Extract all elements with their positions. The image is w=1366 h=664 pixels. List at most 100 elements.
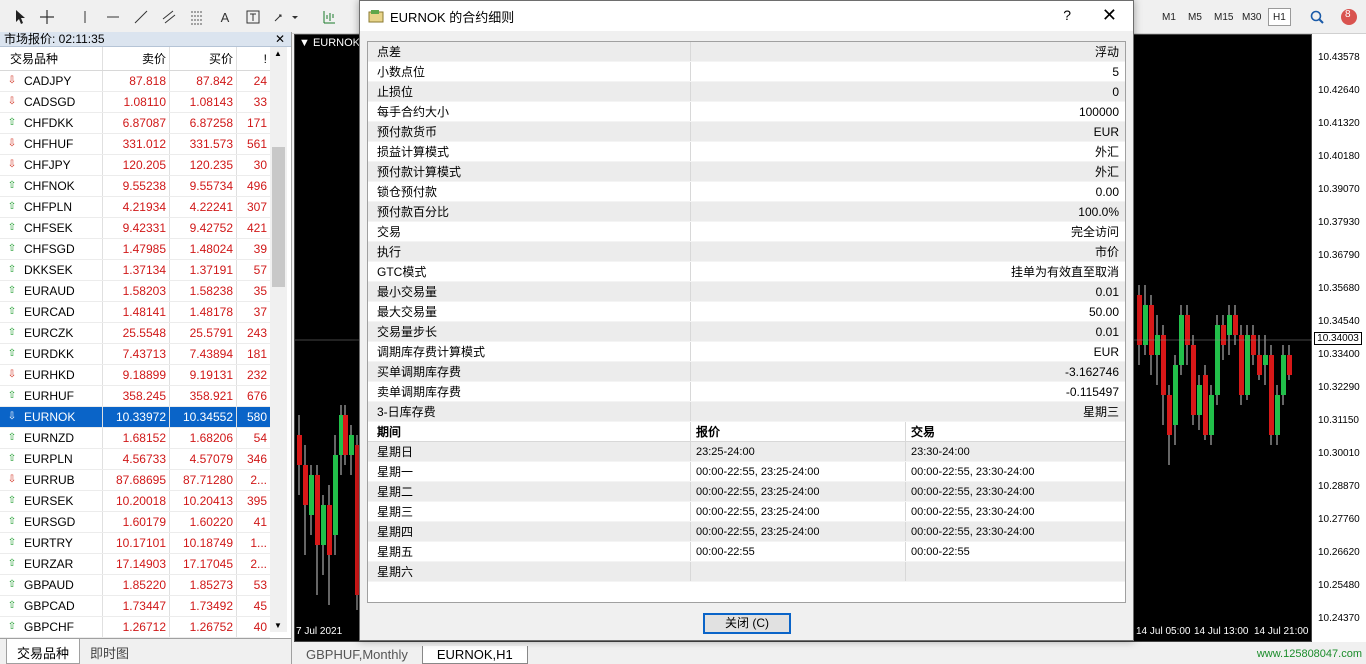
property-name: 最小交易量 — [368, 282, 691, 301]
symbol-name: EURZAR — [24, 557, 74, 571]
horizontal-line-icon[interactable] — [102, 6, 124, 28]
header-quote: 报价 — [691, 422, 906, 441]
header-ask[interactable]: 买价 — [170, 47, 237, 70]
bid-cell: 1.48141 — [103, 302, 170, 322]
table-row[interactable]: ⇩ CADJPY 87.818 87.842 24 — [0, 71, 270, 92]
table-row[interactable]: ⇩ EURNOK 10.33972 10.34552 580 — [0, 407, 270, 428]
arrow-up-icon: ⇧ — [7, 264, 17, 275]
table-row[interactable]: ⇧ EURCAD 1.48141 1.48178 37 — [0, 302, 270, 323]
table-row[interactable]: ⇧ CHFSGD 1.47985 1.48024 39 — [0, 239, 270, 260]
header-spread[interactable]: ! — [237, 47, 270, 70]
property-value: 完全访问 — [1070, 225, 1119, 239]
table-row[interactable]: ⇧ CHFSEK 9.42331 9.42752 421 — [0, 218, 270, 239]
bid-cell: 9.55238 — [103, 176, 170, 196]
market-watch-panel: 市场报价: 02:11:35 ✕ 交易品种 卖价 买价 ! ⇩ CADJPY 8… — [0, 32, 292, 664]
notification-icon[interactable]: 8 — [1334, 6, 1362, 28]
arrow-up-icon: ⇧ — [7, 222, 17, 233]
table-row[interactable]: ⇧ EURCZK 25.5548 25.5791 243 — [0, 323, 270, 344]
symbol-name: EURTRY — [24, 536, 73, 550]
timeframe-m5[interactable]: M5 — [1184, 8, 1206, 26]
arrow-up-icon: ⇧ — [7, 201, 17, 212]
market-watch-title: 市场报价: 02:11:35 ✕ — [0, 32, 291, 47]
property-row: 止损位 0 — [368, 82, 1125, 102]
scrollbar-thumb[interactable] — [272, 147, 285, 287]
spread-cell: 35 — [253, 284, 267, 298]
table-row[interactable]: ⇧ EURTRY 10.17101 10.18749 1... — [0, 533, 270, 554]
timeframe-m1[interactable]: M1 — [1158, 8, 1180, 26]
table-row[interactable]: ⇩ CHFJPY 120.205 120.235 30 — [0, 155, 270, 176]
bid-cell: 120.205 — [103, 155, 170, 175]
candle — [1227, 315, 1232, 335]
arrow-up-icon: ⇧ — [7, 243, 17, 254]
table-row[interactable]: ⇧ EURHUF 358.245 358.921 676 — [0, 386, 270, 407]
bid-cell: 4.56733 — [103, 449, 170, 469]
session-quote: 00:00-22:55 — [691, 542, 906, 561]
table-row[interactable]: ⇧ EURPLN 4.56733 4.57079 346 — [0, 449, 270, 470]
price-label: 10.33400 — [1318, 349, 1360, 360]
chart-bars-icon[interactable] — [318, 6, 340, 28]
timeframe-h1[interactable]: H1 — [1268, 8, 1291, 26]
tab-symbols[interactable]: 交易品种 — [6, 639, 81, 664]
bid-cell: 25.5548 — [103, 323, 170, 343]
timeframe-m15[interactable]: M15 — [1210, 8, 1237, 26]
text-icon[interactable]: A — [214, 6, 236, 28]
spread-cell: 421 — [246, 221, 267, 235]
help-icon[interactable]: ? — [1063, 7, 1071, 23]
candle — [1197, 385, 1202, 415]
app-icon — [368, 9, 384, 23]
table-row[interactable]: ⇧ DKKSEK 1.37134 1.37191 57 — [0, 260, 270, 281]
market-watch-scrollbar[interactable]: ▲ ▼ — [270, 47, 287, 632]
table-row[interactable]: ⇧ EURNZD 1.68152 1.68206 54 — [0, 428, 270, 449]
tab-tick-chart[interactable]: 即时图 — [80, 639, 139, 664]
arrows-dropdown-icon[interactable] — [270, 6, 300, 28]
current-price-label: 10.34003 — [1314, 332, 1362, 345]
cursor-icon[interactable] — [10, 6, 32, 28]
table-row[interactable]: ⇧ EURSEK 10.20018 10.20413 395 — [0, 491, 270, 512]
session-day: 星期六 — [368, 562, 691, 581]
symbol-cell: ⇧ CHFPLN — [0, 197, 103, 217]
table-row[interactable]: ⇧ EURZAR 17.14903 17.17045 2... — [0, 554, 270, 575]
header-bid[interactable]: 卖价 — [103, 47, 170, 70]
symbol-name: CHFDKK — [24, 116, 74, 130]
trendline-icon[interactable] — [130, 6, 152, 28]
table-row[interactable]: ⇧ CHFNOK 9.55238 9.55734 496 — [0, 176, 270, 197]
table-row[interactable]: ⇧ EURDKK 7.43713 7.43894 181 — [0, 344, 270, 365]
session-quote: 00:00-22:55, 23:25-24:00 — [691, 462, 906, 481]
channel-icon[interactable] — [158, 6, 180, 28]
table-row[interactable]: ⇩ EURHKD 9.18899 9.19131 232 — [0, 365, 270, 386]
header-symbol[interactable]: 交易品种 — [0, 47, 103, 70]
table-row[interactable]: ⇧ GBPCAD 1.73447 1.73492 45 — [0, 596, 270, 617]
vertical-line-icon[interactable] — [74, 6, 96, 28]
table-row[interactable]: ⇧ GBPCHF 1.26712 1.26752 40 — [0, 617, 270, 638]
close-button[interactable]: 关闭 (C) — [703, 613, 791, 634]
close-icon[interactable]: ✕ — [275, 32, 285, 46]
dialog-title: EURNOK 的合约细则 — [390, 9, 515, 25]
table-row[interactable]: ⇧ EURAUD 1.58203 1.58238 35 — [0, 281, 270, 302]
symbol-name: DKKSEK — [24, 263, 73, 277]
table-row[interactable]: ⇧ EURSGD 1.60179 1.60220 41 — [0, 512, 270, 533]
chart-tab-gbphuf[interactable]: GBPHUF,Monthly — [292, 646, 422, 664]
table-row[interactable]: ⇩ EURRUB 87.68695 87.71280 2... — [0, 470, 270, 491]
chart-tab-eurnok[interactable]: EURNOK,H1 — [421, 646, 528, 664]
table-row[interactable]: ⇩ CHFHUF 331.012 331.573 561 — [0, 134, 270, 155]
property-row: 预付款货币 EUR — [368, 122, 1125, 142]
candle — [1281, 355, 1286, 395]
ask-cell: 87.842 — [170, 71, 237, 91]
property-value: 0 — [1112, 85, 1119, 99]
table-row[interactable]: ⇧ CHFDKK 6.87087 6.87258 171 — [0, 113, 270, 134]
bid-cell: 1.73447 — [103, 596, 170, 616]
close-icon[interactable]: ✕ — [1102, 5, 1117, 26]
search-icon[interactable] — [1306, 6, 1328, 28]
ask-cell: 1.68206 — [170, 428, 237, 448]
timeframe-m30[interactable]: M30 — [1238, 8, 1265, 26]
bid-cell: 1.60179 — [103, 512, 170, 532]
text-label-icon[interactable] — [242, 6, 264, 28]
table-row[interactable]: ⇧ GBPAUD 1.85220 1.85273 53 — [0, 575, 270, 596]
property-name: 预付款计算模式 — [368, 162, 691, 181]
table-row[interactable]: ⇩ CADSGD 1.08110 1.08143 33 — [0, 92, 270, 113]
scroll-up-icon[interactable]: ▲ — [274, 49, 282, 58]
crosshair-icon[interactable] — [36, 6, 58, 28]
fibonacci-icon[interactable] — [186, 6, 208, 28]
scroll-down-icon[interactable]: ▼ — [274, 621, 282, 630]
table-row[interactable]: ⇧ CHFPLN 4.21934 4.22241 307 — [0, 197, 270, 218]
